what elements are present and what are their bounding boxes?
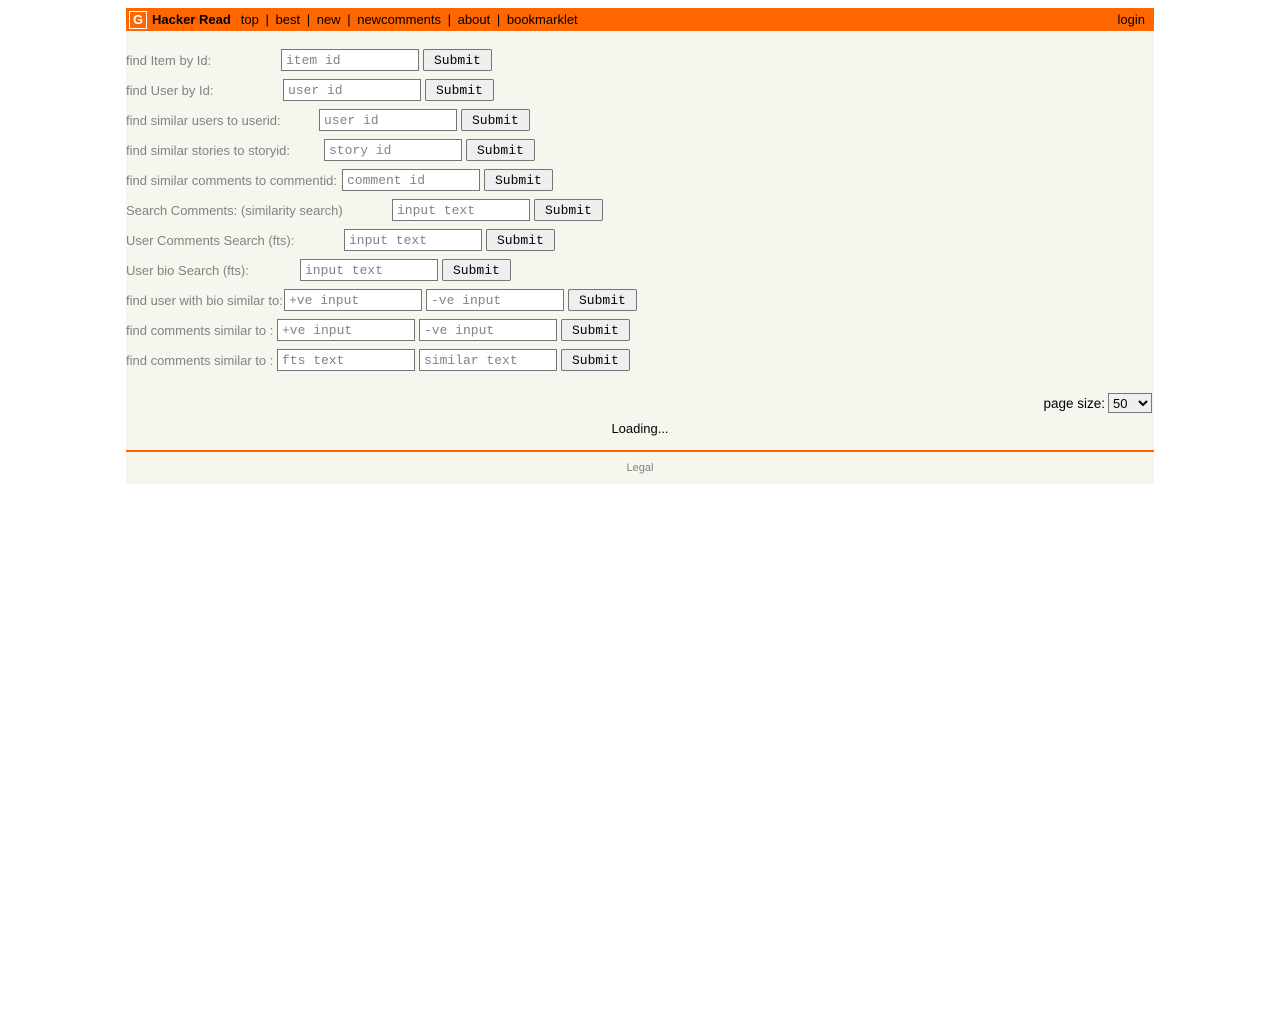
user-bio-search-label: User bio Search (fts): <box>126 263 300 278</box>
find-comments-similar-a-label: find comments similar to : <box>126 323 277 338</box>
loading-text: Loading... <box>126 419 1154 444</box>
find-comments-similar-b-submit[interactable]: Submit <box>561 349 630 371</box>
forms-area: find Item by Id: Submit find User by Id:… <box>126 31 1154 389</box>
header-left: G Hacker Read top | best | new | newcomm… <box>129 11 578 29</box>
similar-users-input[interactable] <box>319 109 457 131</box>
row-similar-users: find similar users to userid: Submit <box>126 105 1154 135</box>
nav-sep: | <box>307 12 310 27</box>
user-comments-search-input[interactable] <box>344 229 482 251</box>
nav-sep: | <box>347 12 350 27</box>
nav: top | best | new | newcomments | about |… <box>241 12 578 27</box>
nav-new[interactable]: new <box>317 12 341 27</box>
similar-stories-input[interactable] <box>324 139 462 161</box>
similar-stories-submit[interactable]: Submit <box>466 139 535 161</box>
site-logo-icon[interactable]: G <box>129 11 147 29</box>
find-user-bio-similar-pos-input[interactable] <box>284 289 422 311</box>
nav-sep: | <box>265 12 268 27</box>
user-comments-search-submit[interactable]: Submit <box>486 229 555 251</box>
row-similar-comments: find similar comments to commentid: Subm… <box>126 165 1154 195</box>
page-size-label: page size: <box>1043 396 1105 411</box>
row-find-comments-similar-a: find comments similar to : Submit <box>126 315 1154 345</box>
row-user-bio-search: User bio Search (fts): Submit <box>126 255 1154 285</box>
find-comments-similar-b-fts-input[interactable] <box>277 349 415 371</box>
row-find-user-bio-similar: find user with bio similar to: Submit <box>126 285 1154 315</box>
find-item-input[interactable] <box>281 49 419 71</box>
header-bar: G Hacker Read top | best | new | newcomm… <box>126 8 1154 31</box>
nav-best[interactable]: best <box>276 12 301 27</box>
find-comments-similar-a-neg-input[interactable] <box>419 319 557 341</box>
login-link[interactable]: login <box>1118 12 1145 27</box>
user-comments-search-label: User Comments Search (fts): <box>126 233 344 248</box>
row-search-comments: Search Comments: (similarity search) Sub… <box>126 195 1154 225</box>
similar-users-submit[interactable]: Submit <box>461 109 530 131</box>
nav-top[interactable]: top <box>241 12 259 27</box>
find-user-input[interactable] <box>283 79 421 101</box>
footer-legal-link[interactable]: Legal <box>627 462 654 474</box>
find-user-bio-similar-submit[interactable]: Submit <box>568 289 637 311</box>
similar-stories-label: find similar stories to storyid: <box>126 143 324 158</box>
find-user-bio-similar-neg-input[interactable] <box>426 289 564 311</box>
find-user-bio-similar-label: find user with bio similar to: <box>126 293 284 308</box>
find-user-label: find User by Id: <box>126 83 283 98</box>
search-comments-submit[interactable]: Submit <box>534 199 603 221</box>
find-item-submit[interactable]: Submit <box>423 49 492 71</box>
similar-comments-input[interactable] <box>342 169 480 191</box>
header-right: login <box>1118 12 1151 27</box>
find-user-submit[interactable]: Submit <box>425 79 494 101</box>
nav-sep: | <box>448 12 451 27</box>
nav-sep: | <box>497 12 500 27</box>
find-comments-similar-a-pos-input[interactable] <box>277 319 415 341</box>
page-size-bar: page size: 50 <box>126 389 1154 419</box>
nav-bookmarklet[interactable]: bookmarklet <box>507 12 578 27</box>
find-comments-similar-b-label: find comments similar to : <box>126 353 277 368</box>
row-user-comments-search: User Comments Search (fts): Submit <box>126 225 1154 255</box>
nav-newcomments[interactable]: newcomments <box>357 12 441 27</box>
footer: Legal <box>126 452 1154 484</box>
user-bio-search-submit[interactable]: Submit <box>442 259 511 281</box>
nav-about[interactable]: about <box>458 12 491 27</box>
row-find-user: find User by Id: Submit <box>126 75 1154 105</box>
logo-letter: G <box>133 12 143 27</box>
search-comments-input[interactable] <box>392 199 530 221</box>
find-comments-similar-a-submit[interactable]: Submit <box>561 319 630 341</box>
row-find-item: find Item by Id: Submit <box>126 45 1154 75</box>
similar-comments-submit[interactable]: Submit <box>484 169 553 191</box>
row-find-comments-similar-b: find comments similar to : Submit <box>126 345 1154 375</box>
find-item-label: find Item by Id: <box>126 53 281 68</box>
find-comments-similar-b-sim-input[interactable] <box>419 349 557 371</box>
user-bio-search-input[interactable] <box>300 259 438 281</box>
similar-users-label: find similar users to userid: <box>126 113 319 128</box>
search-comments-label: Search Comments: (similarity search) <box>126 203 392 218</box>
row-similar-stories: find similar stories to storyid: Submit <box>126 135 1154 165</box>
site-title[interactable]: Hacker Read <box>152 12 231 27</box>
similar-comments-label: find similar comments to commentid: <box>126 173 342 188</box>
page-size-select[interactable]: 50 <box>1108 393 1152 413</box>
